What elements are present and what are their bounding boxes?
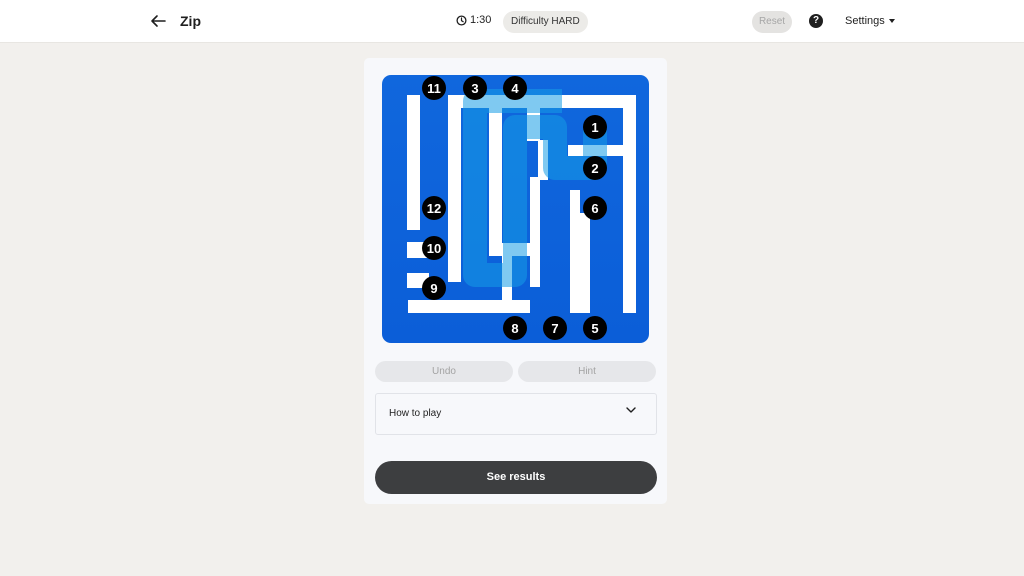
settings-dropdown[interactable]: Settings <box>845 15 895 27</box>
node-label: 8 <box>511 321 518 336</box>
node-label: 5 <box>591 321 598 336</box>
reset-button[interactable]: Reset <box>752 11 792 33</box>
number-node-12[interactable]: 12 <box>422 196 446 220</box>
board-gap <box>408 300 530 313</box>
puzzle-grid[interactable]: 123 456789101112 <box>382 75 649 343</box>
chevron-down-icon <box>626 407 636 413</box>
how-to-play-accordion[interactable]: How to play <box>375 393 657 435</box>
number-node-5[interactable]: 5 <box>583 316 607 340</box>
node-label: 10 <box>427 241 441 256</box>
board-gap <box>570 190 580 313</box>
app-title: Zip <box>180 13 201 29</box>
how-to-play-label: How to play <box>389 408 442 419</box>
number-node-9[interactable]: 9 <box>422 276 446 300</box>
number-node-11[interactable]: 11 <box>422 76 446 100</box>
number-node-1[interactable]: 1 <box>583 115 607 139</box>
board-gap <box>623 95 636 313</box>
node-label: 4 <box>511 81 519 96</box>
number-node-7[interactable]: 7 <box>543 316 567 340</box>
caret-down-icon <box>888 19 895 23</box>
number-node-8[interactable]: 8 <box>503 316 527 340</box>
clock-icon <box>456 14 467 26</box>
hint-button[interactable]: Hint <box>518 361 656 382</box>
puzzle-board[interactable]: 1 2 3 4 5 6 7 8 9 10 11 12 <box>382 75 649 343</box>
node-label: 3 <box>471 81 478 96</box>
number-node-4[interactable]: 4 <box>503 76 527 100</box>
back-arrow-icon[interactable] <box>148 11 168 31</box>
number-node-2[interactable]: 2 <box>583 156 607 180</box>
node-label: 12 <box>427 201 441 216</box>
board-gap <box>407 95 420 230</box>
board-gap <box>489 95 502 256</box>
node-label: 11 <box>427 81 441 96</box>
settings-label: Settings <box>845 15 885 27</box>
board-gap <box>530 177 540 287</box>
difficulty-badge: Difficulty HARD <box>503 11 588 33</box>
undo-button[interactable]: Undo <box>375 361 513 382</box>
node-label: 2 <box>591 161 598 176</box>
number-node-3[interactable]: 3 <box>463 76 487 100</box>
game-card: 1 2 3 4 5 6 7 8 9 10 11 12 Undo Hint How to play Se… <box>364 58 667 504</box>
node-label: 7 <box>551 321 558 336</box>
timer-value: 1:30 <box>470 14 492 26</box>
node-label: 9 <box>430 281 437 296</box>
node-label: 1 <box>591 120 598 135</box>
node-label: 6 <box>591 201 598 216</box>
number-node-10[interactable]: 10 <box>422 236 446 260</box>
timer: 1:30 <box>456 14 491 26</box>
number-node-6[interactable]: 6 <box>583 196 607 220</box>
see-results-button[interactable]: See results <box>375 461 657 494</box>
help-icon[interactable]: ? <box>809 14 823 28</box>
top-bar: Zip 1:30 Difficulty HARD Reset ? Setting… <box>0 0 1024 43</box>
board-gap <box>580 213 590 313</box>
board-gap <box>448 95 461 282</box>
